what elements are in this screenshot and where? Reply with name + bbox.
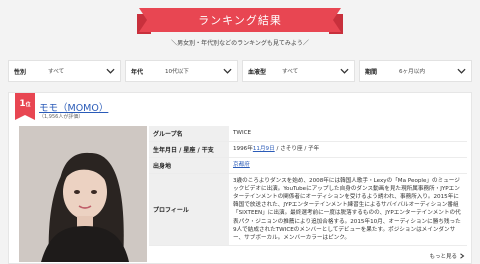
portrait-image — [19, 126, 147, 262]
chevron-down-icon — [457, 68, 466, 74]
chevron-down-icon — [340, 68, 349, 74]
ranking-card: 1位 モモ（MOMO） （1,956人が評価） グループ名 TWICE 生年月日… — [8, 92, 472, 264]
origin-label: 出身地 — [149, 158, 229, 173]
row-profile: プロフィール 3歳のころよりダンスを始め、2008年には韓国人歌手・Lexyの「… — [149, 174, 467, 246]
profile-table: グループ名 TWICE 生年月日 / 星座 / 干支 1996年11月9日 / … — [149, 126, 467, 246]
filter-value: すべて — [48, 69, 65, 75]
filter-value: 6ヶ月以内 — [399, 69, 425, 75]
filter-label: 年代 — [131, 68, 144, 76]
origin-link[interactable]: 京都府 — [233, 162, 250, 168]
birth-date-link[interactable]: 11月9日 — [253, 146, 275, 152]
page-title: ランキング結果 — [139, 8, 341, 32]
more-label: もっと見る — [429, 254, 457, 260]
filter-value: すべて — [282, 69, 299, 75]
profile-text: 3歳のころよりダンスを始め、2008年には韓国人歌手・Lexyの「Ma Peop… — [233, 178, 461, 241]
chevron-right-icon — [460, 253, 465, 259]
birth-label: 生年月日 / 星座 / 干支 — [149, 142, 229, 157]
profile-label: プロフィール — [149, 174, 229, 245]
birth-value: 1996年11月9日 / さそり座 / 子年 — [229, 142, 467, 157]
filter-period[interactable]: 期間 6ヶ月以内 — [359, 60, 472, 82]
chevron-down-icon — [223, 68, 232, 74]
person-photo[interactable] — [19, 126, 147, 262]
person-name-link[interactable]: モモ（MOMO） — [39, 100, 108, 114]
filter-gender[interactable]: 性別 すべて — [8, 60, 121, 82]
vote-count: （1,956人が評価） — [39, 114, 84, 120]
filter-label: 性別 — [14, 68, 27, 76]
birth-year: 1996年 — [233, 146, 253, 152]
chevron-down-icon — [106, 68, 115, 74]
filter-value: 10代以下 — [165, 69, 189, 75]
group-label: グループ名 — [149, 126, 229, 141]
subtitle: ＼男女別・年代別などのランキングも見てみよう／ — [171, 40, 309, 47]
filter-blood-type[interactable]: 血液型 すべて — [242, 60, 355, 82]
filter-bar: 性別 すべて 年代 10代以下 血液型 すべて 期間 6ヶ月以内 — [8, 60, 472, 82]
row-origin: 出身地 京都府 — [149, 158, 467, 174]
filter-label: 期間 — [365, 68, 378, 76]
row-birth: 生年月日 / 星座 / 干支 1996年11月9日 / さそり座 / 子年 — [149, 142, 467, 158]
rank-badge: 1位 — [15, 93, 35, 120]
rank-suffix: 位 — [25, 102, 31, 108]
filter-label: 血液型 — [248, 68, 267, 76]
group-value: TWICE — [233, 130, 252, 136]
row-group: グループ名 TWICE — [149, 126, 467, 142]
birth-rest: / さそり座 / 子年 — [274, 146, 320, 152]
filter-age[interactable]: 年代 10代以下 — [125, 60, 238, 82]
more-button[interactable]: もっと見る — [429, 252, 465, 260]
